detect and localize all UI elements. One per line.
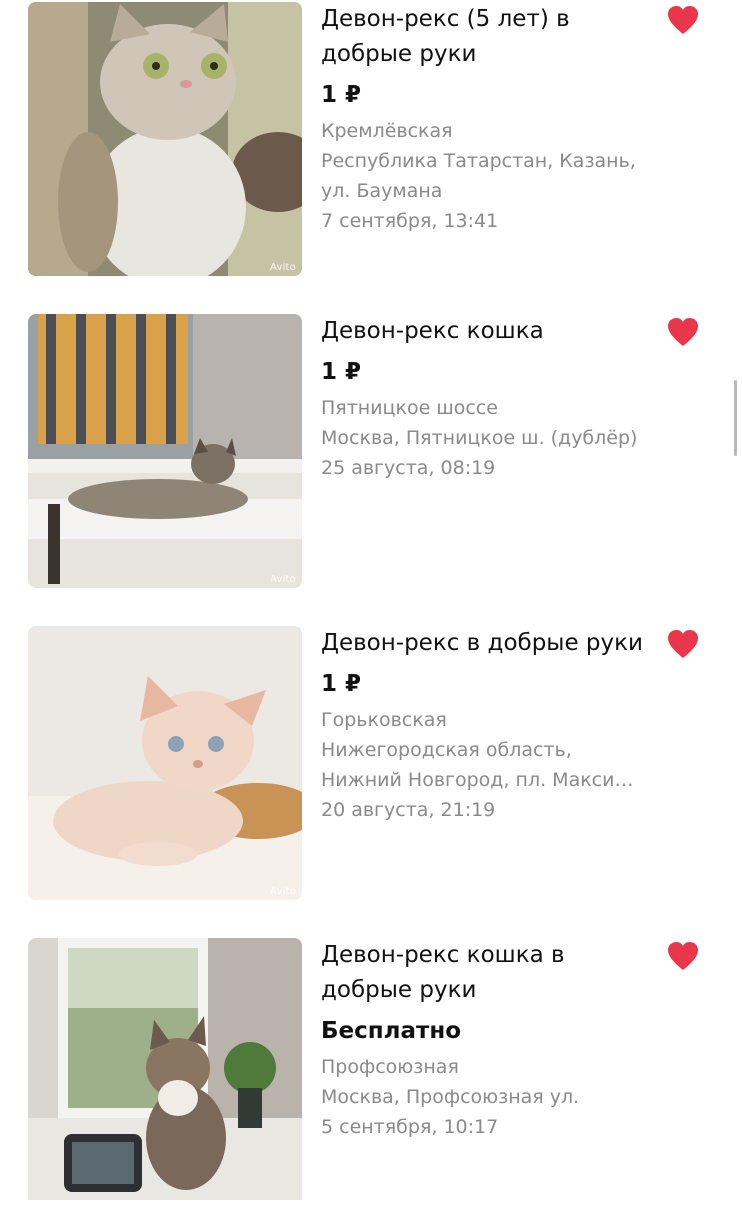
- listing-info: Девон-рекс (5 лет) в добрые руки 1 ₽ Кре…: [321, 2, 651, 236]
- listing-card[interactable]: Avito Девон-рекс кошка 1 ₽ Пятницкое шос…: [0, 314, 742, 604]
- listing-station: Пятницкое шоссе: [321, 397, 498, 419]
- listing-title[interactable]: Девон-рекс кошка: [321, 314, 651, 349]
- listing-meta: Горьковская Нижегородская область, Нижни…: [321, 705, 651, 825]
- listing-date: 5 сентября, 10:17: [321, 1116, 499, 1138]
- listing-photo[interactable]: Avito: [28, 626, 302, 900]
- heart-filled-icon: [668, 6, 698, 34]
- listing-address: Нижегородская область, Нижний Новгород, …: [321, 739, 634, 791]
- listing-meta: Профсоюзная Москва, Профсоюзная ул. 5 се…: [321, 1052, 651, 1142]
- listing-photo[interactable]: [28, 938, 302, 1200]
- listing-title[interactable]: Девон-рекс в добрые руки: [321, 626, 651, 661]
- listing-photo[interactable]: Avito: [28, 2, 302, 276]
- listing-meta: Пятницкое шоссе Москва, Пятницкое ш. (ду…: [321, 393, 651, 483]
- listing-station: Профсоюзная: [321, 1056, 459, 1078]
- listing-photo[interactable]: Avito: [28, 314, 302, 588]
- listing-price: 1 ₽: [321, 671, 362, 697]
- heart-filled-icon: [668, 942, 698, 970]
- listing-date: 7 сентября, 13:41: [321, 210, 499, 232]
- listing-title[interactable]: Девон-рекс (5 лет) в добрые руки: [321, 2, 651, 72]
- listing-info: Девон-рекс кошка в добрые руки Бесплатно…: [321, 938, 651, 1142]
- avito-watermark: Avito: [270, 574, 296, 585]
- listing-price: 1 ₽: [321, 359, 362, 385]
- heart-filled-icon: [668, 318, 698, 346]
- favorite-button[interactable]: [666, 940, 700, 972]
- listing-address: Москва, Профсоюзная ул.: [321, 1086, 580, 1108]
- favorite-button[interactable]: [666, 316, 700, 348]
- listing-address: Республика Татарстан, Казань, ул. Бауман…: [321, 150, 636, 202]
- favorite-button[interactable]: [666, 4, 700, 36]
- avito-watermark: Avito: [270, 262, 296, 273]
- scrollbar[interactable]: [734, 380, 737, 456]
- listing-station: Кремлёвская: [321, 120, 453, 142]
- listing-card[interactable]: Avito Девон-рекс (5 лет) в добрые руки 1…: [0, 2, 742, 292]
- avito-watermark: Avito: [270, 886, 296, 897]
- listing-card[interactable]: Avito Девон-рекс в добрые руки 1 ₽ Горьк…: [0, 626, 742, 916]
- listing-info: Девон-рекс кошка 1 ₽ Пятницкое шоссе Мос…: [321, 314, 651, 483]
- listing-title[interactable]: Девон-рекс кошка в добрые руки: [321, 938, 651, 1008]
- favorite-button[interactable]: [666, 628, 700, 660]
- listing-card[interactable]: Девон-рекс кошка в добрые руки Бесплатно…: [0, 938, 742, 1228]
- listing-date: 20 августа, 21:19: [321, 799, 496, 821]
- listing-station: Горьковская: [321, 709, 447, 731]
- heart-filled-icon: [668, 630, 698, 658]
- listing-info: Девон-рекс в добрые руки 1 ₽ Горьковская…: [321, 626, 651, 825]
- listing-date: 25 августа, 08:19: [321, 457, 496, 479]
- listing-price: 1 ₽: [321, 82, 362, 108]
- listing-meta: Кремлёвская Республика Татарстан, Казань…: [321, 116, 651, 236]
- listing-address: Москва, Пятницкое ш. (дублёр): [321, 427, 638, 449]
- listing-price: Бесплатно: [321, 1018, 462, 1044]
